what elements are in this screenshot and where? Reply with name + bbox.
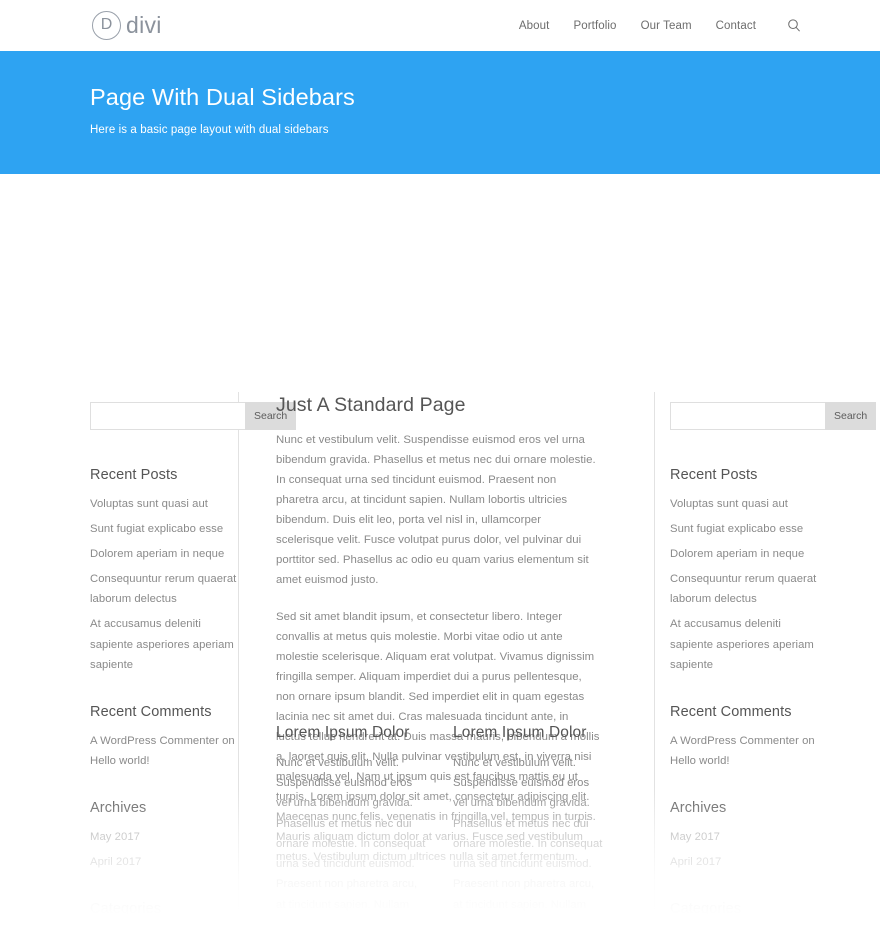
sidebar-right-search-widget: Search xyxy=(670,402,877,430)
site-header: D divi About Portfolio Our Team Contact xyxy=(0,0,880,51)
sidebar-widget: Recent Comments A WordPress Commenter on … xyxy=(670,704,822,771)
sidebar-widget-list: A WordPress Commenter on Hello world! xyxy=(90,731,240,771)
sidebar-widget-list: May 2017 April 2017 xyxy=(670,827,822,872)
sidebar-widget-list: A WordPress Commenter on Hello world! xyxy=(670,731,822,771)
site-logo[interactable]: D divi xyxy=(92,8,162,42)
sidebar-widget: Archives May 2017 April 2017 xyxy=(670,800,822,872)
content-area: Search Recent Posts Voluptas sunt quasi a… xyxy=(0,174,880,938)
sidebar-widget-title: Recent Posts xyxy=(670,467,758,483)
nav-item-contact[interactable]: Contact xyxy=(716,20,756,32)
column-divider-right xyxy=(654,392,655,938)
sidebar-widget-item[interactable]: Consequuntur rerum quaerat laborum delec… xyxy=(670,569,822,609)
page-hero-banner: Page With Dual Sidebars Here is a basic … xyxy=(0,51,880,174)
sidebar-widget-item[interactable]: Uncategorized xyxy=(670,928,822,938)
sidebar-widget-item[interactable]: Sunt fugiat explicabo esse xyxy=(90,519,240,539)
sidebar-widget-list: Uncategorized xyxy=(90,928,240,938)
sidebar-widget-list: Uncategorized xyxy=(670,928,822,938)
sidebar-widget-item[interactable]: May 2017 xyxy=(90,827,240,847)
logo-circle-d-icon: D xyxy=(92,10,121,40)
primary-navigation: About Portfolio Our Team Contact xyxy=(519,0,802,51)
sidebar-widget-item[interactable]: At accusamus deleniti sapiente asperiore… xyxy=(90,614,240,674)
content-column: Lorem Ipsum Dolor Nunc et vestibulum vel… xyxy=(453,724,606,938)
search-icon[interactable] xyxy=(786,18,802,34)
page-subtitle: Here is a basic page layout with dual si… xyxy=(90,124,329,137)
logo-wordmark: divi xyxy=(126,11,162,38)
sidebar-widget-item[interactable]: May 2017 xyxy=(670,827,822,847)
sidebar-widget-item[interactable]: At accusamus deleniti sapiente asperiore… xyxy=(670,614,822,674)
nav-item-our-team[interactable]: Our Team xyxy=(641,20,692,32)
sidebar-widget-item[interactable]: Dolorem aperiam in neque xyxy=(90,544,240,564)
two-column-block: Lorem Ipsum Dolor Nunc et vestibulum vel… xyxy=(276,724,606,938)
sidebar-right: Search Recent Posts Voluptas sunt quasi a… xyxy=(670,402,877,938)
column-paragraph: Nunc et vestibulum velit. Suspendisse eu… xyxy=(276,757,426,931)
content-column: Lorem Ipsum Dolor Nunc et vestibulum vel… xyxy=(276,724,429,938)
nav-item-portfolio[interactable]: Portfolio xyxy=(573,20,616,32)
sidebar-widget: Recent Posts Voluptas sunt quasi aut Sunt … xyxy=(670,467,822,675)
sidebar-widget-list: Voluptas sunt quasi aut Sunt fugiat expli… xyxy=(90,494,240,675)
sidebar-left: Search Recent Posts Voluptas sunt quasi a… xyxy=(90,402,297,938)
content-paragraph: Nunc et vestibulum velit. Suspendisse eu… xyxy=(276,434,596,587)
sidebar-widget-item[interactable]: Voluptas sunt quasi aut xyxy=(670,494,822,514)
sidebar-widget-item[interactable]: A WordPress Commenter on Hello world! xyxy=(670,731,822,771)
hero-text-block: Page With Dual Sidebars Here is a basic … xyxy=(90,83,355,136)
sidebar-widget: Recent Posts Voluptas sunt quasi aut Sunt … xyxy=(90,467,240,675)
sidebar-widget-title: Recent Comments xyxy=(90,703,212,720)
column-heading: Lorem Ipsum Dolor xyxy=(276,724,410,741)
search-submit-button[interactable]: Search xyxy=(825,402,877,430)
sidebar-widget-title: Categories xyxy=(90,901,162,918)
page-root: D divi About Portfolio Our Team Contact … xyxy=(0,0,880,938)
sidebar-widget: Categories Uncategorized xyxy=(670,901,822,938)
sidebar-widget-title: Recent Comments xyxy=(670,703,792,720)
nav-item-about[interactable]: About xyxy=(519,20,550,32)
sidebar-widget: Archives May 2017 April 2017 xyxy=(90,800,240,872)
sidebar-widget-title: Recent Posts xyxy=(90,467,178,483)
column-heading: Lorem Ipsum Dolor xyxy=(453,724,587,741)
sidebar-widget-title: Categories xyxy=(670,901,742,918)
sidebar-widget-item[interactable]: Uncategorized xyxy=(90,928,240,938)
sidebar-widget-list: Voluptas sunt quasi aut Sunt fugiat expli… xyxy=(670,494,822,675)
sidebar-widget-item[interactable]: A WordPress Commenter on Hello world! xyxy=(90,731,240,771)
sidebar-left-widgets: Recent Posts Voluptas sunt quasi aut Sunt … xyxy=(90,467,240,938)
sidebar-widget: Recent Comments A WordPress Commenter on … xyxy=(90,704,240,771)
sidebar-widget-title: Archives xyxy=(670,799,727,816)
sidebar-widget-item[interactable]: April 2017 xyxy=(90,852,240,872)
search-input[interactable] xyxy=(90,402,245,430)
sidebar-widget-item[interactable]: Consequuntur rerum quaerat laborum delec… xyxy=(90,569,240,609)
sidebar-widget-list: May 2017 April 2017 xyxy=(90,827,240,872)
column-paragraph: Nunc et vestibulum velit. Suspendisse eu… xyxy=(453,757,603,931)
sidebar-widget-item[interactable]: April 2017 xyxy=(670,852,822,872)
sidebar-left-search-widget: Search xyxy=(90,402,297,430)
sidebar-widget: Categories Uncategorized xyxy=(90,901,240,938)
sidebar-widget-item[interactable]: Voluptas sunt quasi aut xyxy=(90,494,240,514)
sidebar-widget-item[interactable]: Dolorem aperiam in neque xyxy=(670,544,822,564)
sidebar-right-widgets: Recent Posts Voluptas sunt quasi aut Sunt … xyxy=(670,467,822,938)
search-input[interactable] xyxy=(670,402,825,430)
page-title: Page With Dual Sidebars xyxy=(90,84,355,110)
sidebar-widget-item[interactable]: Sunt fugiat explicabo esse xyxy=(670,519,822,539)
sidebar-widget-title: Archives xyxy=(90,799,147,816)
content-heading: Just A Standard Page xyxy=(276,394,466,416)
